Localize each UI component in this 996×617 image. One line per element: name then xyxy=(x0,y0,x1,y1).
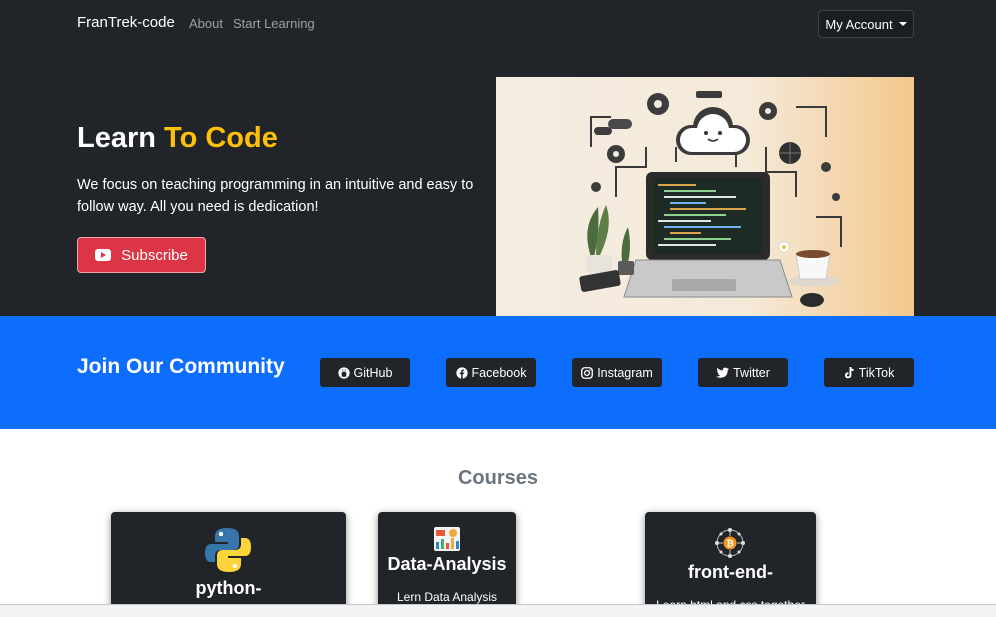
hero-title: Learn To Code xyxy=(77,122,278,155)
hero-title-accent: To Code xyxy=(164,122,278,154)
hero-section: Learn To Code We focus on teaching progr… xyxy=(0,48,996,316)
svg-text:₿: ₿ xyxy=(726,539,733,550)
github-label: GitHub xyxy=(353,365,393,380)
course-title-front-end: front-end- xyxy=(688,562,773,582)
youtube-icon xyxy=(95,249,112,261)
bitcoin-network-icon: ₿ xyxy=(715,528,745,558)
tiktok-icon xyxy=(844,366,854,378)
twitter-icon xyxy=(716,367,730,378)
hero-description: We focus on teaching programming in an i… xyxy=(77,177,474,215)
my-account-dropdown[interactable]: My Account xyxy=(818,10,914,38)
course-description-data-analysis: Lern Data Analysis xyxy=(396,590,498,604)
browser-bottom-bar xyxy=(0,604,996,617)
course-title-data-analysis: Data-Analysis xyxy=(387,554,507,574)
course-card-data-analysis[interactable]: Data-Analysis Lern Data Analysis xyxy=(378,512,516,617)
tiktok-button[interactable]: TikTok xyxy=(824,358,914,387)
navbar: FranTrek-code About Start Learning My Ac… xyxy=(0,0,996,48)
facebook-label: Facebook xyxy=(471,365,527,380)
twitter-label: Twitter xyxy=(733,365,770,380)
nav-link-about[interactable]: About xyxy=(189,16,223,31)
hero-title-part1: Learn xyxy=(77,122,165,154)
github-button[interactable]: GitHub xyxy=(320,358,410,387)
hero-illustration xyxy=(496,77,914,316)
subscribe-button[interactable]: Subscribe xyxy=(77,237,206,273)
subscribe-label: Subscribe xyxy=(121,246,188,264)
course-title-python: python- xyxy=(195,578,262,598)
twitter-button[interactable]: Twitter xyxy=(698,358,788,387)
nav-link-start-learning[interactable]: Start Learning xyxy=(233,16,315,31)
python-logo-icon xyxy=(205,528,251,572)
instagram-button[interactable]: Instagram xyxy=(572,358,662,387)
course-card-front-end[interactable]: ₿ front-end- Learn html and css together xyxy=(645,512,816,617)
brand-logo[interactable]: FranTrek-code xyxy=(77,14,175,31)
my-account-label: My Account xyxy=(825,16,893,32)
facebook-icon xyxy=(455,366,468,379)
instagram-icon xyxy=(581,366,594,379)
caret-down-icon xyxy=(898,22,907,26)
courses-title: Courses xyxy=(457,467,539,489)
github-icon xyxy=(337,366,350,379)
instagram-label: Instagram xyxy=(597,365,653,380)
chart-icon xyxy=(434,527,460,551)
facebook-button[interactable]: Facebook xyxy=(446,358,536,387)
community-title: Join Our Community xyxy=(77,355,285,378)
tiktok-label: TikTok xyxy=(858,365,895,380)
course-card-python[interactable]: python- xyxy=(111,512,346,617)
community-section: Join Our Community GitHub Facebook Insta… xyxy=(0,316,996,429)
